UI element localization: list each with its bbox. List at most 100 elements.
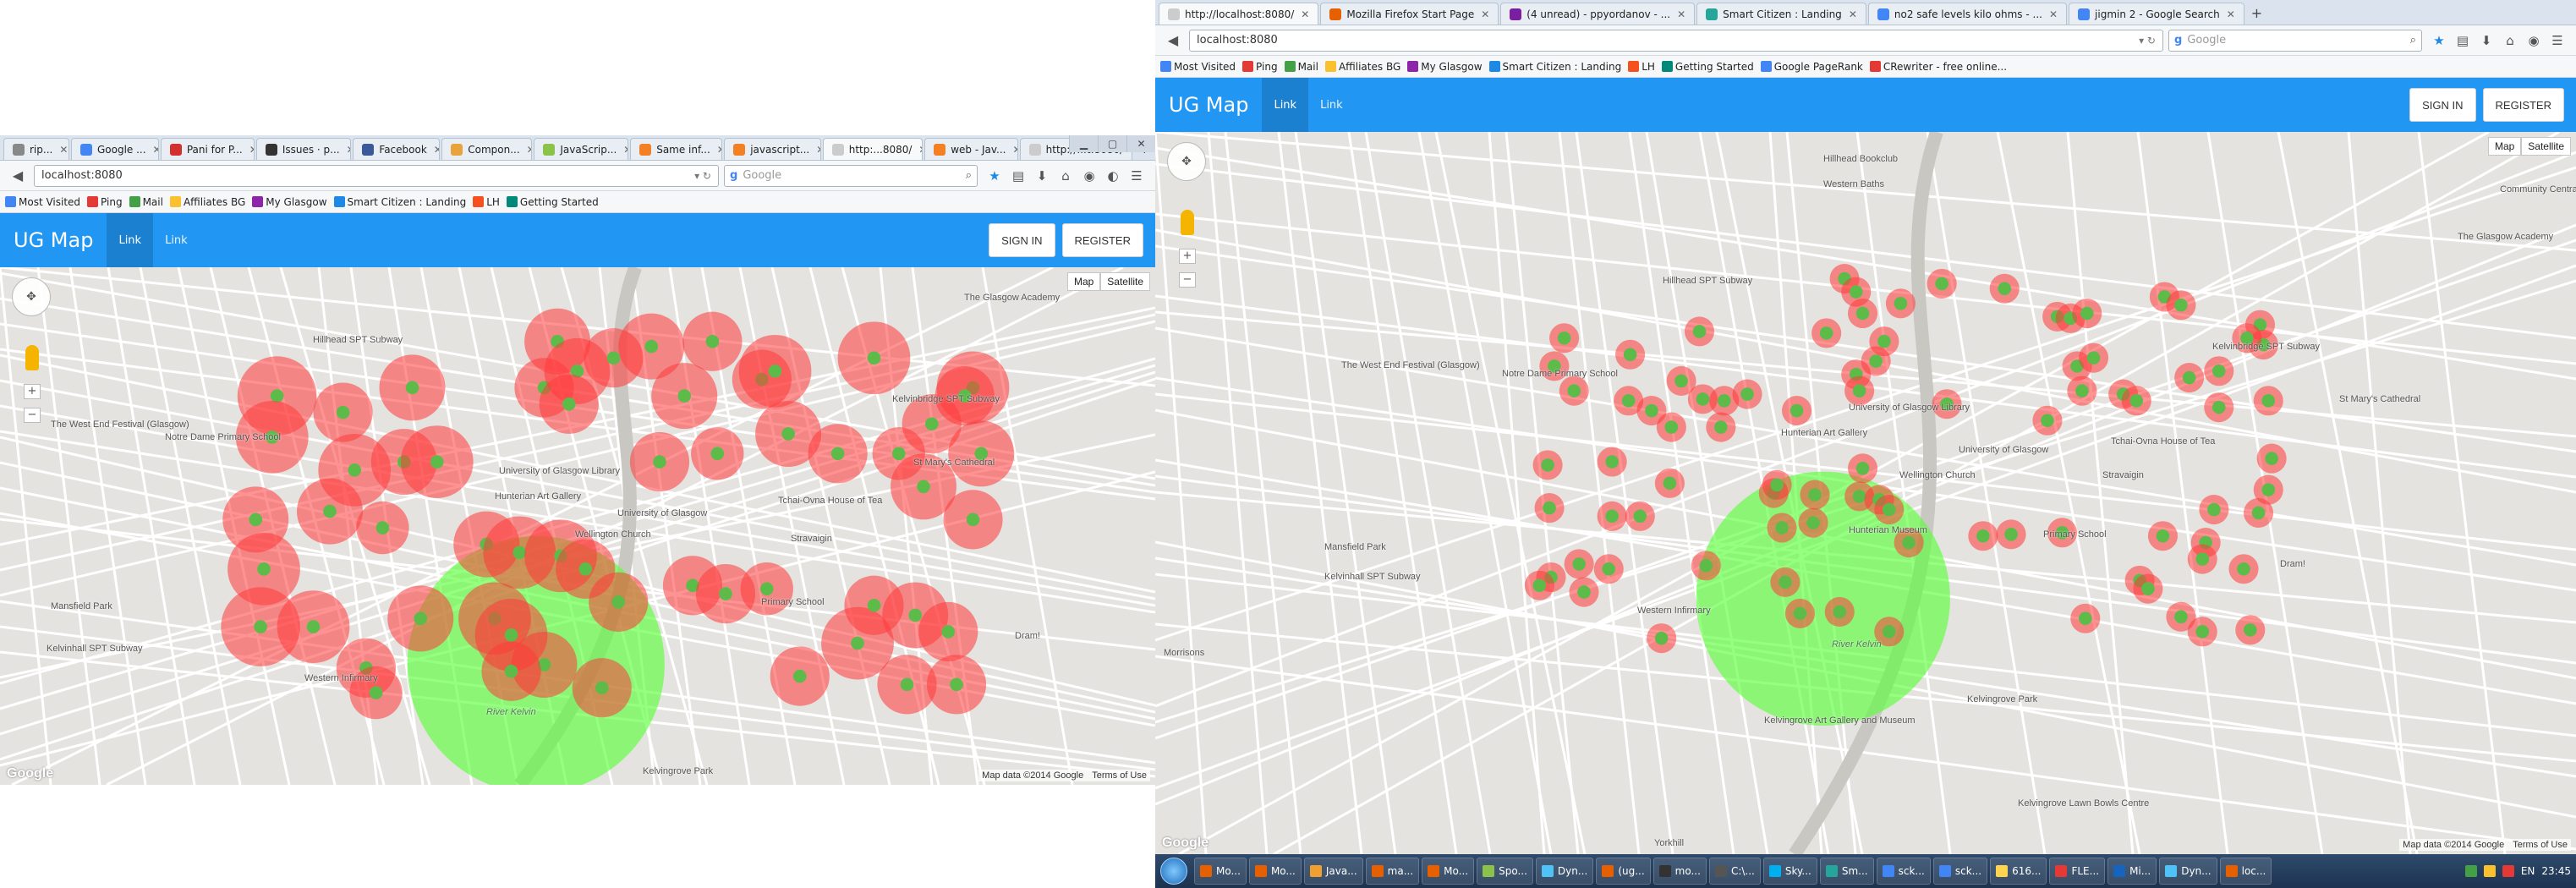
browser-tab[interactable]: no2 safe levels kilo ohms - ... ✕	[1867, 3, 2068, 25]
taskbar-item[interactable]: ma...	[1365, 858, 1420, 885]
bookmark-icon[interactable]	[1324, 61, 1336, 72]
menu-icon[interactable]: ☰	[2546, 33, 2569, 48]
tab-close-icon[interactable]: ✕	[1013, 144, 1017, 156]
bookmark-item[interactable]: Google PageRank	[1774, 61, 1863, 73]
tab-close-icon[interactable]: ✕	[2227, 8, 2235, 20]
bookmark-icon[interactable]	[1242, 61, 1254, 72]
browser-tab[interactable]: http://localhost:8080/ ✕	[1159, 3, 1319, 25]
map-type-satellite[interactable]: Satellite	[2521, 137, 2571, 156]
bookmark-icon[interactable]	[1488, 61, 1500, 72]
taskbar-item[interactable]: Dyn...	[1535, 858, 1594, 885]
clock[interactable]: 23:45	[2541, 865, 2571, 877]
taskbar-item[interactable]: (ug...	[1596, 858, 1651, 885]
bookmark-item[interactable]: Affiliates BG	[1339, 61, 1400, 73]
bookmark-icon[interactable]	[1661, 61, 1673, 72]
url-bar[interactable]: localhost:8080 ▾ ↻	[1189, 29, 2163, 52]
browser-tab[interactable]: Issues · p... ✕	[255, 138, 352, 160]
taskbar-item[interactable]: loc...	[2219, 858, 2272, 885]
map-canvas[interactable]	[0, 267, 1155, 785]
menu-icon[interactable]: ☰	[1125, 168, 1148, 184]
magnifier-icon[interactable]: ⌕	[2410, 34, 2416, 47]
tab-close-icon[interactable]: ✕	[59, 144, 68, 156]
maximize-icon[interactable]: ▢	[1098, 135, 1126, 152]
bookmark-item[interactable]: Getting Started	[520, 196, 599, 208]
bookmark-icon[interactable]	[129, 196, 140, 207]
browser-tab[interactable]: http:...8080/ ✕	[822, 138, 924, 160]
zoom-track[interactable]	[1179, 264, 1196, 272]
bookmark-item[interactable]: LH	[486, 196, 500, 208]
map-type-map[interactable]: Map	[2487, 137, 2522, 156]
bookmark-item[interactable]: Ping	[101, 196, 123, 208]
taskbar-item[interactable]: Spo...	[1477, 858, 1533, 885]
taskbar-item[interactable]: Mo...	[1422, 858, 1475, 885]
bookmark-icon[interactable]	[87, 196, 99, 207]
new-tab-icon[interactable]: +	[2251, 5, 2262, 21]
tab-close-icon[interactable]: ✕	[1481, 8, 1489, 20]
url-bar[interactable]: localhost:8080 ▾ ↻	[34, 164, 719, 187]
map[interactable]: ✥ + − Map Satellite Google Map data ©201…	[0, 267, 1155, 785]
taskbar-item[interactable]: mo...	[1652, 858, 1707, 885]
browser-tab[interactable]: javascript... ✕	[724, 138, 821, 160]
tab-close-icon[interactable]: ✕	[249, 144, 254, 156]
terms-link[interactable]: Terms of Use	[1092, 770, 1147, 781]
browser-tab[interactable]: (4 unread) - ppyordanov - ... ✕	[1500, 3, 1696, 25]
map-type-satellite[interactable]: Satellite	[1100, 272, 1150, 291]
nav-link-1[interactable]: Link	[107, 213, 154, 267]
bookmark-icon[interactable]	[1407, 61, 1419, 72]
bookmark-item[interactable]: LH	[1642, 61, 1655, 73]
bookmark-item[interactable]: Most Visited	[19, 196, 80, 208]
bookmark-icon[interactable]	[333, 196, 345, 207]
bookmark-item[interactable]: Mail	[143, 196, 163, 208]
taskbar-item[interactable]: C:\...	[1708, 858, 1761, 885]
bookmark-icon[interactable]	[473, 196, 485, 207]
addon-icon[interactable]: ◉	[1077, 168, 1101, 184]
terms-link[interactable]: Terms of Use	[2513, 840, 2568, 850]
tab-close-icon[interactable]: ✕	[434, 144, 439, 156]
taskbar-item[interactable]: FLE...	[2049, 858, 2106, 885]
tab-close-icon[interactable]: ✕	[153, 144, 158, 156]
search-input[interactable]: g Google ⌕	[724, 164, 978, 187]
bookmark-icon[interactable]	[252, 196, 264, 207]
app-brand[interactable]: UG Map	[1155, 93, 1262, 117]
map[interactable]: ✥ + − Map Satellite Google Map data ©201…	[1155, 132, 2576, 854]
addon-icon[interactable]: ◉	[2522, 33, 2546, 48]
bookmark-star-icon[interactable]: ★	[983, 168, 1006, 184]
reload-icon[interactable]: ▾ ↻	[2139, 35, 2156, 47]
bookmark-icon[interactable]	[5, 196, 16, 207]
bookmark-icon[interactable]	[506, 196, 518, 207]
tray-icon[interactable]	[2502, 865, 2514, 877]
street-view-pegman-icon[interactable]	[25, 345, 39, 370]
browser-tab[interactable]: jigmin 2 - Google Search ✕	[2069, 3, 2244, 25]
register-button[interactable]: REGISTER	[1061, 223, 1143, 257]
browser-tab[interactable]: Smart Citizen : Landing ✕	[1696, 3, 1866, 25]
bookmark-icon[interactable]	[1628, 61, 1640, 72]
search-input[interactable]: g Google ⌕	[2168, 29, 2422, 52]
pan-control-icon[interactable]: ✥	[1167, 142, 1206, 181]
bookmark-icon[interactable]	[1160, 61, 1171, 72]
tray-icon[interactable]	[2464, 865, 2477, 877]
bookmark-item[interactable]: My Glasgow	[266, 196, 326, 208]
download-icon[interactable]: ⬇	[2475, 33, 2498, 48]
bookmark-item[interactable]: My Glasgow	[1421, 61, 1482, 73]
bookmark-item[interactable]: Most Visited	[1174, 61, 1236, 73]
tab-close-icon[interactable]: ✕	[1301, 8, 1309, 20]
bookmark-icon[interactable]	[1760, 61, 1772, 72]
close-icon[interactable]: ✕	[1126, 135, 1155, 152]
bookmark-item[interactable]: Getting Started	[1675, 61, 1754, 73]
pan-control-icon[interactable]: ✥	[12, 277, 51, 316]
back-icon[interactable]: ◀	[1162, 30, 1184, 52]
nav-link-2[interactable]: Link	[153, 213, 200, 267]
map-canvas[interactable]	[1155, 132, 2576, 854]
tab-close-icon[interactable]: ✕	[717, 144, 721, 156]
sign-in-button[interactable]: SIGN IN	[989, 223, 1055, 257]
bookmark-icon[interactable]	[1869, 61, 1881, 72]
browser-tab[interactable]: Pani for P... ✕	[160, 138, 255, 160]
browser-tab[interactable]: web - Jav... ✕	[924, 138, 1018, 160]
app-brand[interactable]: UG Map	[0, 228, 107, 252]
bookmark-star-icon[interactable]: ★	[2427, 33, 2451, 48]
bookmark-item[interactable]: CRewriter - free online...	[1883, 61, 2007, 73]
tab-close-icon[interactable]: ✕	[918, 144, 922, 156]
nav-link-2[interactable]: Link	[1308, 78, 1355, 132]
bookmark-item[interactable]: Mail	[1298, 61, 1318, 73]
tab-close-icon[interactable]: ✕	[527, 144, 532, 156]
